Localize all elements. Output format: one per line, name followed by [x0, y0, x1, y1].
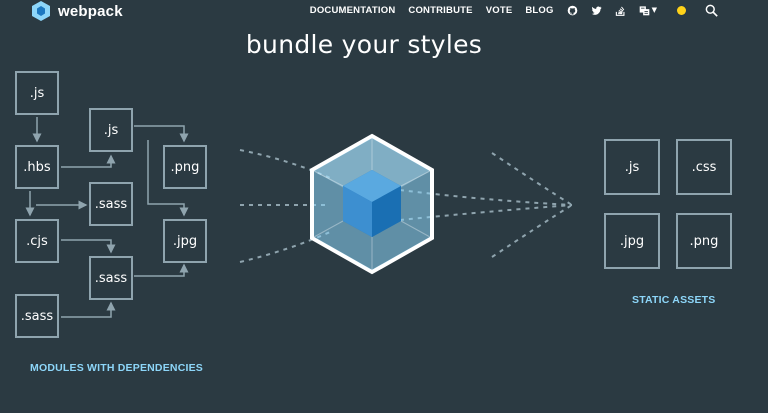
- module-box-js: .js: [15, 71, 59, 115]
- page: webpack DOCUMENTATION CONTRIBUTE VOTE BL…: [0, 0, 768, 413]
- asset-box-png: .png: [676, 213, 732, 269]
- module-box-jpg: .jpg: [163, 219, 207, 263]
- module-box-sass: .sass: [89, 256, 133, 300]
- asset-box-css: .css: [676, 139, 732, 195]
- module-box-js: .js: [89, 108, 133, 152]
- modules-caption: MODULES WITH DEPENDENCIES: [30, 362, 204, 374]
- assets-caption: STATIC ASSETS: [632, 294, 716, 306]
- asset-box-jpg: .jpg: [604, 213, 660, 269]
- module-box-sass: .sass: [89, 182, 133, 226]
- module-box-png: .png: [163, 145, 207, 189]
- module-box-cjs: .cjs: [15, 219, 59, 263]
- module-box-sass: .sass: [15, 294, 59, 338]
- module-box-hbs: .hbs: [15, 145, 59, 189]
- asset-box-js: .js: [604, 139, 660, 195]
